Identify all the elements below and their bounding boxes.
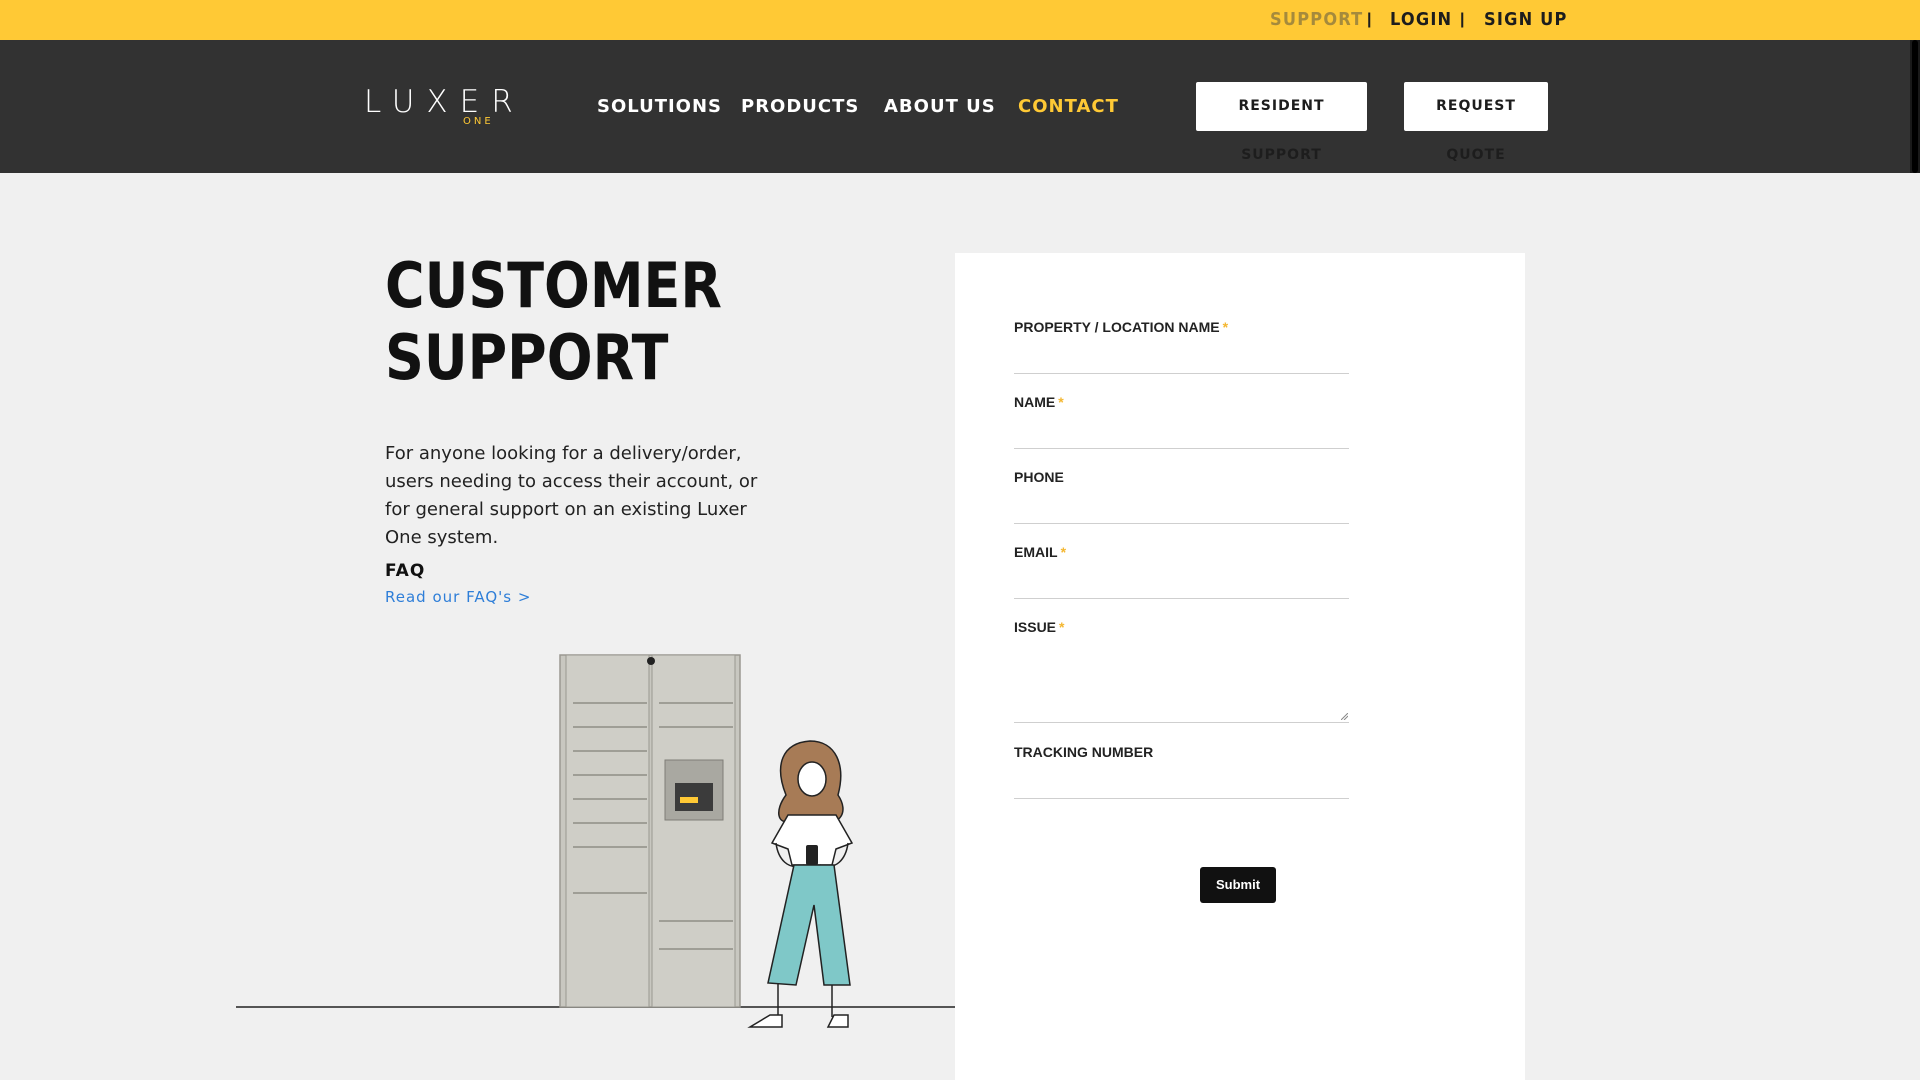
field-label: NAME * — [1014, 394, 1064, 410]
form-field-phone: PHONE — [1014, 468, 1349, 524]
name-input[interactable] — [1014, 421, 1349, 445]
luxer-one-logo[interactable]: LUXER ONE — [364, 84, 513, 132]
utility-separator: | — [1460, 11, 1465, 28]
page-title-line-1: CUSTOMER — [385, 249, 722, 322]
utility-separator: | — [1367, 11, 1372, 28]
locker-unit — [559, 654, 741, 1008]
field-label: EMAIL * — [1014, 544, 1067, 560]
request-quote-button[interactable]: REQUEST QUOTE — [1404, 82, 1548, 163]
resident-support-button[interactable]: RESIDENT SUPPORT — [1196, 82, 1367, 163]
field-underline — [1014, 722, 1349, 723]
phone-input[interactable] — [1014, 496, 1349, 520]
nav-item-contact[interactable]: CONTACT — [1018, 40, 1119, 173]
field-label: PHONE — [1014, 469, 1064, 485]
utility-link-support[interactable]: SUPPORT — [1270, 0, 1363, 40]
logo-wordmark: LUXER — [364, 84, 525, 120]
field-underline — [1014, 798, 1349, 799]
issue-textarea[interactable] — [1014, 644, 1349, 720]
field-underline — [1014, 598, 1349, 599]
nav-item-products[interactable]: PRODUCTS — [741, 40, 859, 173]
scrollbar-thumb[interactable] — [1912, 40, 1918, 173]
logo-subtext: ONE — [463, 116, 494, 127]
faq-link[interactable]: Read our FAQ's > — [385, 588, 531, 606]
form-field-email: EMAIL * — [1014, 543, 1349, 599]
page-title: CUSTOMER SUPPORT — [385, 250, 722, 394]
resize-grip-icon[interactable] — [1341, 713, 1348, 720]
woman-figure — [747, 740, 854, 1028]
utility-link-signup[interactable]: SIGN UP — [1484, 0, 1568, 40]
page-title-line-2: SUPPORT — [385, 321, 669, 394]
field-underline — [1014, 523, 1349, 524]
property-location-input[interactable] — [1014, 346, 1349, 370]
form-field-name: NAME * — [1014, 393, 1349, 449]
field-underline — [1014, 448, 1349, 449]
field-label: PROPERTY / LOCATION NAME * — [1014, 319, 1229, 335]
tracking-number-input[interactable] — [1014, 771, 1349, 795]
utility-link-login[interactable]: LOGIN — [1390, 0, 1452, 40]
form-field-tracking: TRACKING NUMBER — [1014, 743, 1349, 799]
field-underline — [1014, 373, 1349, 374]
form-field-property: PROPERTY / LOCATION NAME * — [1014, 318, 1349, 374]
submit-button[interactable]: Submit — [1200, 867, 1276, 903]
nav-item-solutions[interactable]: SOLUTIONS — [597, 40, 722, 173]
support-form-panel: PROPERTY / LOCATION NAME * NAME * PHONE EM… — [955, 253, 1525, 1080]
field-label: TRACKING NUMBER — [1014, 744, 1154, 760]
field-label: ISSUE * — [1014, 619, 1065, 635]
nav-item-about-us[interactable]: ABOUT US — [884, 40, 996, 173]
utility-bar: SUPPORT | LOGIN | SIGN UP — [0, 0, 1920, 40]
form-field-issue: ISSUE * — [1014, 618, 1349, 723]
email-input[interactable] — [1014, 571, 1349, 595]
locker-illustration — [236, 654, 960, 1028]
intro-text: For anyone looking for a delivery/order,… — [385, 443, 758, 548]
scrollbar[interactable] — [1910, 40, 1920, 173]
main-navigation: LUXER ONE SOLUTIONS PRODUCTS ABOUT US CO… — [0, 40, 1910, 173]
faq-heading: FAQ — [385, 561, 426, 581]
